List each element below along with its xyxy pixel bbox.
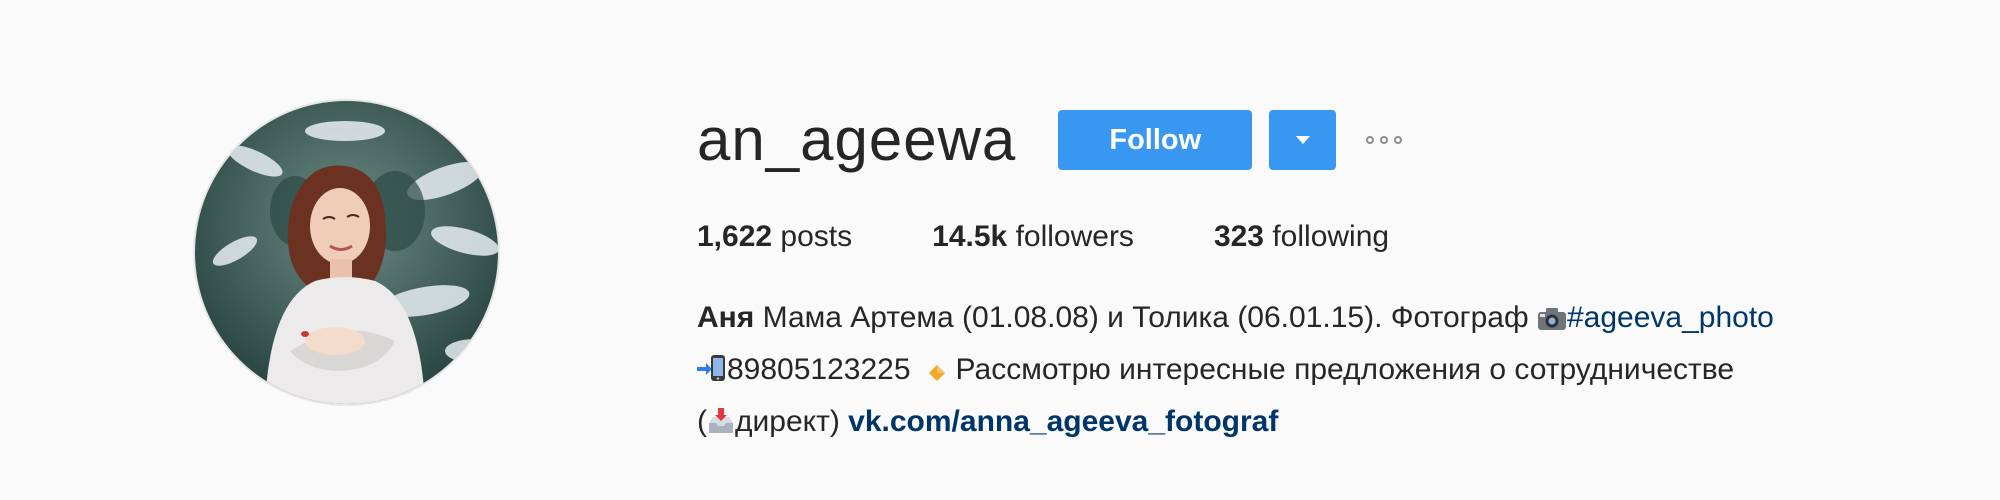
phone-icon bbox=[697, 350, 727, 398]
inbox-icon bbox=[707, 402, 735, 450]
more-options-button[interactable] bbox=[1366, 120, 1403, 160]
direct-text: директ) bbox=[735, 405, 849, 438]
followers-count: 14.5k bbox=[932, 220, 1008, 253]
posts-count: 1,622 bbox=[697, 220, 773, 253]
following-label: following bbox=[1272, 220, 1390, 253]
more-options-icon bbox=[1380, 136, 1389, 144]
posts-stat: 1,622 posts bbox=[697, 215, 852, 259]
phone-number: 89805123225 bbox=[727, 353, 911, 386]
more-options-icon bbox=[1394, 136, 1403, 144]
camera-icon bbox=[1537, 298, 1567, 346]
hashtag-link[interactable]: #ageeva_photo bbox=[1567, 301, 1774, 334]
bio-text: Мама Артема (01.08.08) и Толика (06.01.1… bbox=[754, 301, 1537, 334]
posts-label: posts bbox=[780, 220, 853, 253]
more-options-icon bbox=[1366, 136, 1375, 144]
follow-button[interactable]: Follow bbox=[1058, 110, 1253, 170]
bio: Аня Мама Артема (01.08.08) и Толика (06.… bbox=[697, 294, 1957, 450]
full-name: Аня bbox=[697, 301, 755, 334]
followers-stat[interactable]: 14.5k followers bbox=[932, 215, 1134, 259]
username: an_ageewa bbox=[697, 106, 1017, 173]
offer-text: Рассмотрю интересные предложения о сотру… bbox=[947, 353, 1735, 386]
following-count: 323 bbox=[1213, 220, 1264, 253]
external-link[interactable]: vk.com/anna_ageeva_fotograf bbox=[848, 405, 1278, 438]
profile-stats: 1,622 posts 14.5k followers 323 followin… bbox=[697, 215, 1469, 259]
orange-diamond-icon bbox=[927, 350, 947, 398]
caret-down-icon bbox=[1295, 136, 1310, 144]
profile-header: an_ageewa Follow 1,622 posts 14.5k follo… bbox=[0, 0, 2000, 500]
following-stat[interactable]: 323 following bbox=[1214, 215, 1389, 259]
header-row: an_ageewa Follow bbox=[697, 98, 1403, 182]
avatar[interactable] bbox=[195, 101, 498, 404]
profile-photo bbox=[195, 101, 498, 404]
followers-label: followers bbox=[1015, 220, 1134, 253]
suggestions-dropdown-button[interactable] bbox=[1269, 110, 1337, 170]
open-paren: ( bbox=[697, 405, 707, 438]
